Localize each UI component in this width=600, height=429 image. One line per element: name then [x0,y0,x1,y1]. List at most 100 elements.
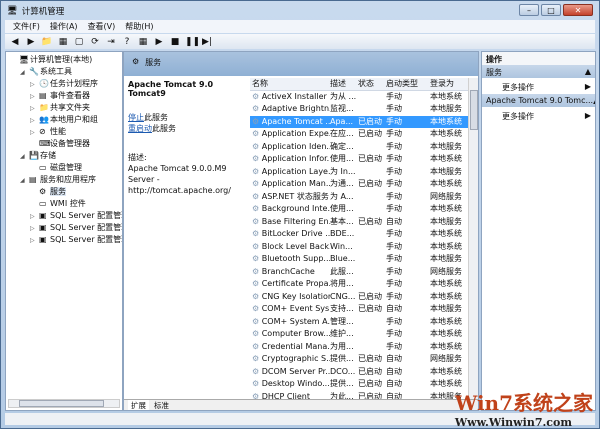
toolbar-button-icon[interactable]: ⇥ [105,37,117,47]
tree-item[interactable]: ▭ WMI 控件 [10,198,122,210]
tree-item[interactable]: ▷▣SQL Server 配置管理器 [10,210,122,222]
service-row[interactable]: ⚙ DCOM Server Pr... DCO... 已启动 自动 本地系统 [250,366,478,379]
expander-icon[interactable]: ▷ [30,211,39,222]
service-row[interactable]: ⚙ Block Level Back... Win... 手动 本地系统 [250,241,478,254]
toolbar-button-icon[interactable]: 📁 [41,37,53,47]
tree-item[interactable]: ▷▣SQL Server 配置管理器 [10,234,122,246]
service-row[interactable]: ⚙ ASP.NET 状态服务为 A... 手动 网络服务 [250,191,478,204]
expander-icon[interactable]: ▷ [30,103,39,114]
service-row[interactable]: ⚙ Certificate Propa... 将用... 手动 本地系统 [250,278,478,291]
service-row[interactable]: ⚙ COM+ System A... 管理... 手动 本地系统 [250,316,478,329]
menu-item[interactable]: 帮助(H) [125,21,153,32]
toolbar-button-icon[interactable]: ◀ [9,37,21,47]
column-header-cell[interactable]: 名称 [250,78,330,90]
vertical-scrollbar[interactable] [468,78,478,402]
toolbar-button-icon[interactable]: ▦ [137,37,149,47]
expander-icon[interactable]: ▷ [30,235,39,246]
service-row[interactable]: ⚙ Computer Brow... 维护... 手动 本地系统 [250,328,478,341]
toolbar-button-icon[interactable]: ❚❚ [185,37,200,47]
description-label: 描述: [128,153,147,162]
service-row[interactable]: ⚙ Application Man... 为通... 已启动 手动 本地系统 [250,178,478,191]
service-cell: 手动 [386,204,402,213]
toolbar-button-icon[interactable]: ▶ [153,37,165,47]
service-row[interactable]: ⚙ BranchCache 此服... 手动 网络服务 [250,266,478,279]
expander-icon[interactable]: ◢ [20,67,29,78]
horizontal-scrollbar[interactable] [8,399,120,408]
service-row[interactable]: ⚙ CNG Key Isolation CNG... 已启动 手动 本地系统 [250,291,478,304]
menu-item[interactable]: 查看(V) [88,21,116,32]
action-section-tomcat[interactable]: Apache Tomcat 9.0 Tomc...▲ [482,94,595,107]
service-name: Application Laye... [261,166,330,176]
toolbar-button-icon[interactable]: ▢ [73,37,85,47]
toolbar-button-icon[interactable]: ⟳ [89,37,101,47]
tree-label: 磁盘管理 [50,163,82,172]
toolbar-button-icon[interactable]: ■ [169,37,181,47]
toolbar-button-icon[interactable]: ▦ [57,37,69,47]
expander-icon[interactable]: ▷ [30,223,39,234]
service-row[interactable]: ⚙ Adaptive Brightn... 监视... 手动 本地服务 [250,103,478,116]
column-header-cell[interactable]: 启动类型 [386,78,430,90]
expander-icon[interactable]: ▷ [30,127,39,138]
menu-item[interactable]: 文件(F) [13,21,40,32]
tree-item[interactable]: ▷ 🕓任务计划程序 [10,78,122,90]
service-row[interactable]: ⚙ Bluetooth Supp... Blue... 手动 本地服务 [250,253,478,266]
tree-item[interactable]: ◢ 💾存储 [10,150,122,162]
service-row[interactable]: ⚙ Background Inte... 使用... 手动 本地系统 [250,203,478,216]
restart-service-link[interactable]: 重启动 [128,124,152,133]
service-row[interactable]: ⚙ COM+ Event Sys... 支持... 已启动 自动 本地服务 [250,303,478,316]
expander-icon[interactable]: ◢ [20,151,29,162]
service-cell: 为 A... [330,191,354,201]
expander-icon[interactable]: ◢ [20,175,29,186]
close-button[interactable]: ✕ [563,4,593,16]
minimize-button[interactable]: – [519,4,539,16]
tree-item[interactable]: ◢ 🔧系统工具 [10,66,122,78]
service-gear-icon: ⚙ [252,141,262,151]
service-cell: 本地系统 [430,366,462,376]
expander-icon[interactable]: ▷ [30,79,39,90]
toolbar-button-icon[interactable]: ▶ [25,37,37,47]
service-cell: ⚙ Computer Brow... [250,328,330,341]
action-section-services[interactable]: 服务 ▲ [482,65,595,78]
stop-service-link[interactable]: 停止 [128,113,144,122]
service-cell [358,103,386,116]
service-row[interactable]: ⚙ Apache Tomcat ... Apa... 已启动 手动 本地系统 [250,115,478,128]
tree-item[interactable]: ◢ ▤ 服务和应用程序 [10,174,122,186]
service-name: Bluetooth Supp... [261,254,330,263]
tree-label: 共享文件夹 [50,103,90,112]
expander-icon[interactable]: ▷ [30,115,39,126]
service-row[interactable]: ⚙ BitLocker Drive ... BDE... 手动 本地系统 [250,228,478,241]
tree-item[interactable]: ▷ 👥本地用户和组 [10,114,122,126]
service-row[interactable]: ⚙ Desktop Windo... 提供... 已启动 自动 本地系统 [250,378,478,391]
tree-item[interactable]: ▷ ▤ 事件查看器 [10,90,122,102]
tree-item[interactable]: ⚙ 服务 [10,186,122,198]
tree-item[interactable]: ▷ 📁共享文件夹 [10,102,122,114]
menu-item[interactable]: 操作(A) [50,21,78,32]
service-row[interactable]: ⚙ Application Iden... 确定... 手动 本地服务 [250,141,478,154]
toolbar-button-icon[interactable]: ? [121,37,133,47]
expander-icon[interactable]: ▷ [30,91,39,102]
toolbar-button-icon[interactable]: ▶| [201,37,213,47]
service-row[interactable]: ⚙ Application Expe... 在应... 已启动 手动 本地系统 [250,128,478,141]
service-name: COM+ System A... [261,316,330,326]
tree-item[interactable]: ▷▣SQL Server 配置管理器 [10,222,122,234]
column-header-cell[interactable]: 状态 [358,78,386,90]
tab-standard[interactable]: 标准 [151,400,172,410]
more-actions-item[interactable]: 更多操作 ▶ [482,107,595,123]
service-row[interactable]: ⚙ Application Infor... 使用... 已启动 手动 本地系统 [250,153,478,166]
service-gear-icon: ⚙ [252,179,262,188]
column-header-cell[interactable]: 登录为 [430,78,470,90]
tree-item[interactable]: ⌨设备管理器 [10,138,122,150]
service-row[interactable]: ⚙ Application Laye... 为 In... 手动 本地服务 [250,166,478,179]
service-cell: ⚙ Bluetooth Supp... [250,253,330,266]
tree-item[interactable]: ▭ 磁盘管理 [10,162,122,174]
tab-extended[interactable]: 扩展 [128,400,149,410]
service-row[interactable]: ⚙ ActiveX Installer ... 为从 ... 手动 本地系统 [250,91,478,104]
service-row[interactable]: ⚙ Cryptographic S... 提供... 已启动 自动 网络服务 [250,353,478,366]
maximize-button[interactable]: □ [541,4,561,16]
tree-item[interactable]: ▷ ⊘ 性能 [10,126,122,138]
more-actions-item[interactable]: 更多操作 ▶ [482,78,595,94]
tree-item[interactable]: 🖥计算机管理(本地) [10,54,122,66]
service-row[interactable]: ⚙ Base Filtering En... 基本... 已启动 自动 本地服务 [250,216,478,229]
service-row[interactable]: ⚙ Credential Mana... 为用... 手动 本地系统 [250,341,478,354]
column-header-cell[interactable]: 描述 [330,78,358,90]
